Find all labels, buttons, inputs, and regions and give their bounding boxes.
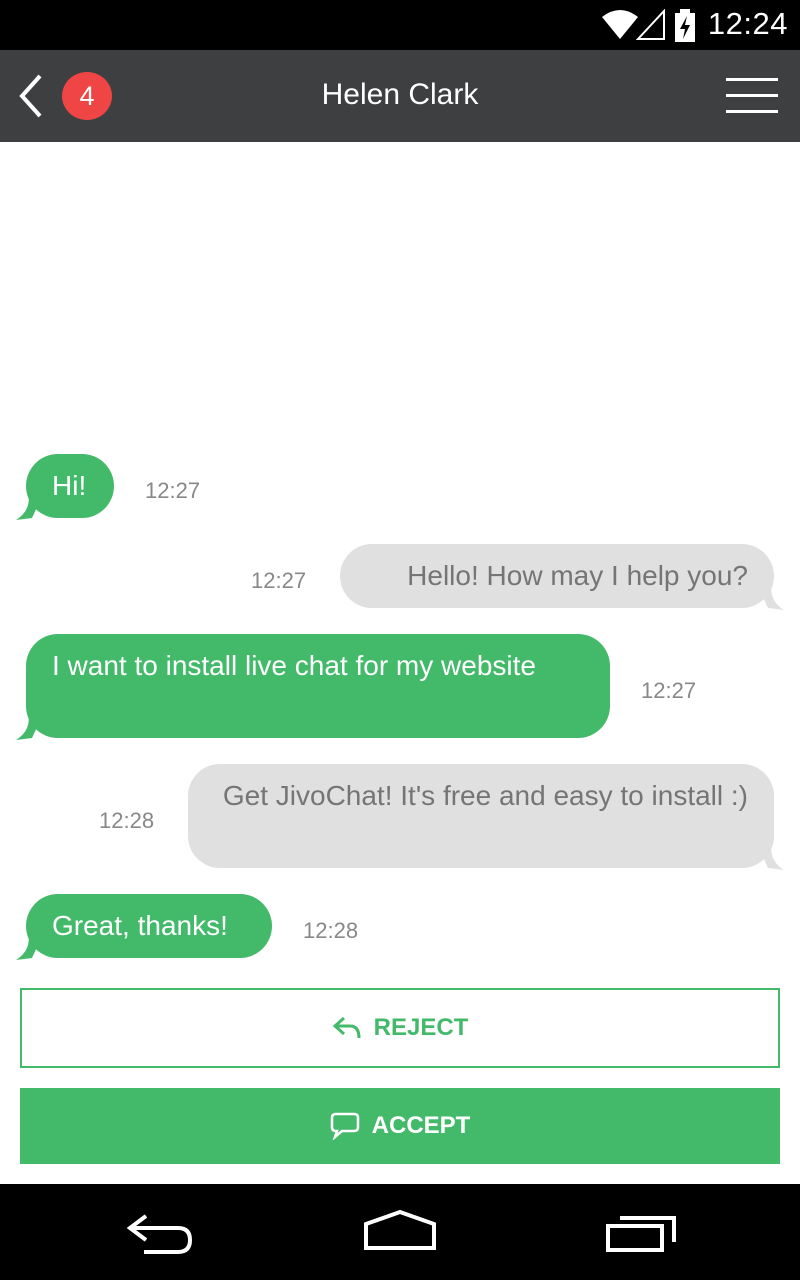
- message-timestamp: 12:27: [641, 678, 697, 703]
- clock: 12:24: [707, 6, 788, 41]
- message-incoming: Great, thanks! 12:28: [0, 892, 800, 962]
- message-outgoing: Hello! How may I help you? 12:27: [0, 542, 800, 614]
- message-outgoing: Get JivoChat! It's free and easy to inst…: [0, 762, 800, 874]
- system-nav-bar: [0, 1184, 800, 1280]
- home-icon: [364, 1209, 436, 1250]
- chat-bubble-icon: [330, 1112, 359, 1140]
- message-incoming: I want to install live chat for my websi…: [0, 632, 800, 742]
- message-timestamp: 12:28: [303, 918, 359, 943]
- nav-back-button[interactable]: [122, 1204, 202, 1260]
- message-text: Get JivoChat! It's free and easy to inst…: [188, 764, 774, 868]
- message-incoming: Hi! 12:27: [0, 452, 800, 522]
- wifi-icon: [602, 10, 638, 39]
- accept-button[interactable]: ACCEPT: [20, 1088, 780, 1164]
- recents-icon: [606, 1216, 676, 1252]
- menu-icon-line: [726, 110, 778, 113]
- message-text: Great, thanks!: [26, 894, 272, 958]
- menu-icon-line: [726, 78, 778, 81]
- message-text: I want to install live chat for my websi…: [26, 634, 610, 738]
- nav-recents-button[interactable]: [600, 1204, 680, 1260]
- battery-charging-icon: [675, 9, 695, 42]
- message-timestamp: 12:28: [99, 808, 155, 833]
- back-arrow-icon: [126, 1214, 193, 1254]
- reject-label: REJECT: [373, 1014, 469, 1041]
- accept-label: ACCEPT: [371, 1112, 471, 1139]
- message-timestamp: 12:27: [251, 568, 307, 593]
- status-bar: 12:24: [0, 0, 800, 50]
- cell-signal-icon: [636, 9, 665, 40]
- nav-home-button[interactable]: [360, 1204, 440, 1260]
- contact-name: Helen Clark: [321, 78, 479, 111]
- message-timestamp: 12:27: [145, 478, 201, 503]
- message-text: Hi!: [26, 454, 114, 518]
- message-text: Hello! How may I help you?: [340, 544, 774, 608]
- reply-arrow-icon: [332, 1016, 361, 1039]
- menu-button[interactable]: [726, 76, 778, 116]
- chat-header: 4 Helen Clark: [0, 50, 800, 142]
- reject-button[interactable]: REJECT: [20, 988, 780, 1068]
- menu-icon-line: [726, 94, 778, 97]
